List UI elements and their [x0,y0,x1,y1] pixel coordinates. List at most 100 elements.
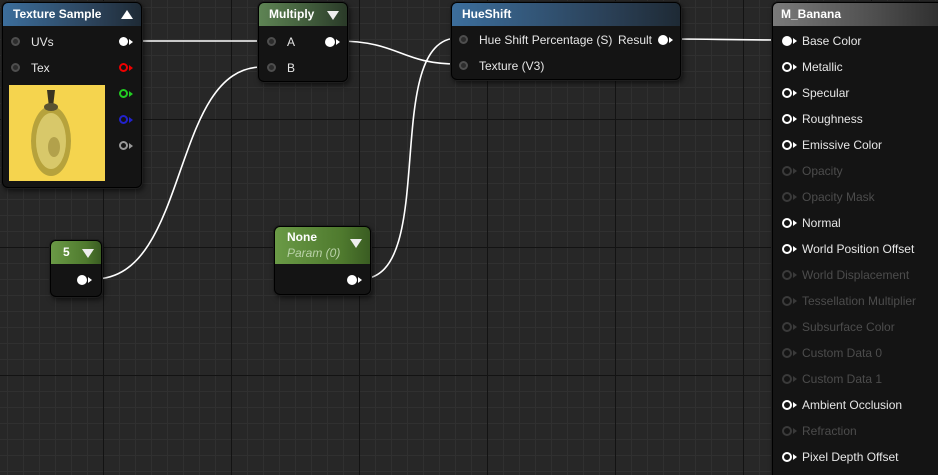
b-output-pin[interactable] [115,110,139,130]
pin-label: Base Color [802,34,862,48]
pin-circle-icon[interactable] [119,37,128,46]
material-pin-world-displacement[interactable]: World Displacement [773,265,938,285]
material-pin-tessellation-multiplier[interactable]: Tessellation Multiplier [773,291,938,311]
expand-arrow-icon[interactable] [82,249,94,258]
pin-label: Ambient Occlusion [802,398,903,412]
pin-circle-icon[interactable] [119,89,128,98]
pin-circle-icon[interactable] [782,140,792,150]
pin-circle-icon[interactable] [347,275,357,285]
material-graph-canvas[interactable]: Texture Sample UVs Tex Multiply A B HueS… [0,0,938,475]
material-pin-base-color[interactable]: Base Color [773,31,938,51]
material-pin-world-position-offset[interactable]: World Position Offset [773,239,938,259]
uvs-input-pin[interactable]: UVs [3,32,83,52]
pin-label: Subsurface Color [802,320,895,334]
material-pin-metallic[interactable]: Metallic [773,57,938,77]
material-pin-ambient-occlusion[interactable]: Ambient Occlusion [773,395,938,415]
material-pin-refraction[interactable]: Refraction [773,421,938,441]
a-input-pin[interactable]: A [259,32,309,52]
pin-label: Tessellation Multiplier [802,294,917,308]
pin-circle-icon[interactable] [267,63,276,72]
pin-circle-icon[interactable] [782,62,792,72]
pin-label: Opacity Mask [802,190,875,204]
material-pin-emissive-color[interactable]: Emissive Color [773,135,938,155]
r-output-pin[interactable] [115,58,139,78]
pin-circle-icon[interactable] [782,296,792,306]
multiply-header[interactable]: Multiply [259,3,347,26]
material-pin-opacity-mask[interactable]: Opacity Mask [773,187,938,207]
parameter-node[interactable]: None Param (0) [274,226,371,295]
b-input-pin[interactable]: B [259,58,309,78]
pin-circle-icon[interactable] [782,348,792,358]
pin-circle-icon[interactable] [658,35,668,45]
parameter-header[interactable]: None Param (0) [275,227,370,264]
pin-circle-icon[interactable] [782,218,792,228]
hue-shift-percentage-input-pin[interactable]: Hue Shift Percentage (S) [452,30,617,50]
pin-circle-icon[interactable] [267,37,276,46]
a-output-pin[interactable] [115,136,139,156]
pin-circle-icon[interactable] [11,63,20,72]
pin-circle-icon[interactable] [11,37,20,46]
g-output-pin[interactable] [115,84,139,104]
pin-label: Tex [31,61,50,75]
rgb-output-pin[interactable] [115,32,139,52]
collapse-arrow-icon[interactable] [121,10,133,19]
multiply-output-pin[interactable] [321,32,345,52]
pin-label: Roughness [802,112,863,126]
pin-circle-icon[interactable] [782,244,792,254]
material-header[interactable]: M_Banana [773,3,938,26]
material-result-node[interactable]: M_Banana Base Color Metallic Specular Rough… [772,2,938,475]
pin-circle-icon[interactable] [782,270,792,280]
pin-circle-icon[interactable] [782,88,792,98]
pin-circle-icon[interactable] [782,36,792,46]
pin-circle-icon[interactable] [782,400,792,410]
pin-circle-icon[interactable] [459,35,468,44]
material-pin-opacity[interactable]: Opacity [773,161,938,181]
pin-circle-icon[interactable] [119,63,128,72]
pin-circle-icon[interactable] [782,114,792,124]
expand-arrow-icon[interactable] [327,11,339,20]
texture-sample-header[interactable]: Texture Sample [3,3,141,26]
texture-sample-node[interactable]: Texture Sample UVs Tex [2,2,142,188]
constant-header[interactable]: 5 [51,241,101,264]
constant-output-pin[interactable] [75,270,99,290]
pin-circle-icon[interactable] [782,374,792,384]
material-pin-custom-data-0[interactable]: Custom Data 0 [773,343,938,363]
pin-label: Texture (V3) [479,59,545,73]
pin-circle-icon[interactable] [782,322,792,332]
pin-circle-icon[interactable] [782,426,792,436]
hueshift-node[interactable]: HueShift Hue Shift Percentage (S) Textur… [451,2,681,80]
pin-label: Metallic [802,60,843,74]
wire-multiply-to-texture [336,40,459,65]
parameter-title: None [287,230,317,244]
expand-arrow-icon[interactable] [350,239,362,248]
texture-preview-image [9,85,105,181]
material-pin-specular[interactable]: Specular [773,83,938,103]
multiply-node[interactable]: Multiply A B [258,2,348,82]
pin-label: World Displacement [802,268,910,282]
material-pin-custom-data-1[interactable]: Custom Data 1 [773,369,938,389]
parameter-output-pin[interactable] [345,270,369,290]
result-output-pin[interactable]: Result [618,30,678,50]
material-pin-pixel-depth-offset[interactable]: Pixel Depth Offset [773,447,938,467]
pin-circle-icon[interactable] [119,141,128,150]
pin-label: Custom Data 1 [802,372,883,386]
pin-label: Refraction [802,424,857,438]
pin-circle-icon[interactable] [782,192,792,202]
material-pin-roughness[interactable]: Roughness [773,109,938,129]
pin-circle-icon[interactable] [459,61,468,70]
tex-input-pin[interactable]: Tex [3,58,83,78]
wire-param-to-hueshift [360,37,459,280]
pin-circle-icon[interactable] [782,166,792,176]
pin-label: Specular [802,86,850,100]
pin-label: Emissive Color [802,138,883,152]
texture-input-pin[interactable]: Texture (V3) [452,56,572,76]
pin-circle-icon[interactable] [77,275,87,285]
pin-label: Opacity [802,164,843,178]
material-pin-subsurface-color[interactable]: Subsurface Color [773,317,938,337]
material-pin-normal[interactable]: Normal [773,213,938,233]
pin-circle-icon[interactable] [119,115,128,124]
pin-circle-icon[interactable] [782,452,792,462]
pin-circle-icon[interactable] [325,37,335,47]
hueshift-header[interactable]: HueShift [452,3,680,26]
constant-node[interactable]: 5 [50,240,102,297]
